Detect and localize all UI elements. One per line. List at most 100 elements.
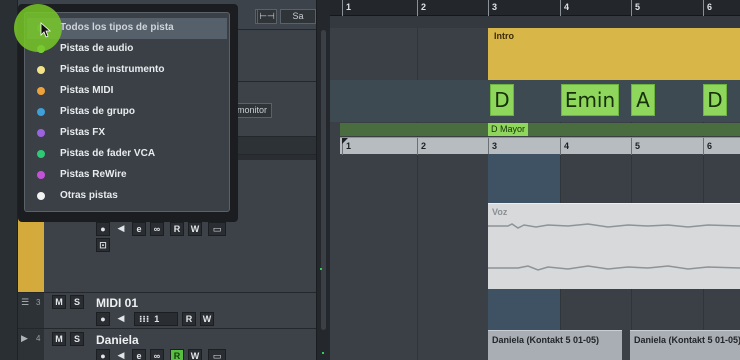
menu-item-label: Otras pistas [60,190,118,201]
chord-event[interactable]: Emin [561,84,619,116]
speaker-icon[interactable]: ◀ [114,222,128,236]
menu-item-label: Pistas FX [60,127,106,138]
link-button[interactable]: ∞ [150,349,164,360]
section-label: Intro [494,31,514,41]
menu-item-midi-tracks[interactable]: Pistas MIDI [27,81,227,102]
event-label: Daniela (Kontakt 5 01-05) [492,335,600,345]
lock-button[interactable]: ⊡ [96,238,110,252]
mute-button[interactable]: M [52,295,66,309]
bar-tick [703,138,704,155]
midi-event[interactable]: Daniela (Kontakt 5 01-05) [630,330,740,360]
audio-event-voz[interactable]: Voz [488,203,740,289]
midi-channel-value: 1 [154,314,160,324]
key-track[interactable] [340,123,740,136]
color-dot-icon [37,192,45,200]
speaker-icon[interactable]: ◀ [114,349,128,360]
midi-channel-field[interactable]: ⁝⁝⁝ 1 [134,312,178,326]
bar-tick [631,0,632,16]
sa-button[interactable]: Sa [280,9,316,24]
bar-label: 5 [635,2,641,12]
bar-label: 3 [492,141,498,151]
track-number: 3 [36,298,41,307]
fit-height-button[interactable]: ⊢⊣ [257,9,277,24]
chord-event[interactable]: A [631,84,655,116]
read-button[interactable]: R [182,312,196,326]
bar-label: 3 [492,2,498,12]
lanes-button[interactable]: ▭ [208,222,226,236]
track-color-bar [18,218,44,292]
midi-icon: ☰ [21,297,30,307]
record-button[interactable]: ● [96,222,110,236]
color-dot-icon [37,171,45,179]
write-button[interactable]: W [188,222,202,236]
chord-event[interactable]: D [490,84,514,116]
menu-item-other-tracks[interactable]: Otras pistas [27,186,227,207]
menu-item-rewire-tracks[interactable]: Pistas ReWire [27,165,227,186]
chord-track[interactable] [330,80,740,122]
menu-item-label: Pistas de audio [60,43,134,54]
chord-event[interactable]: D [703,84,727,116]
level-meter [320,268,322,270]
scrollbar-thumb[interactable] [321,30,326,330]
lanes-button[interactable]: ▭ [208,349,226,360]
write-button[interactable]: W [188,349,202,360]
instrument-track[interactable]: ▶ 4 M S Daniela ● ◀ e ∞ R W ▭ [18,328,316,360]
timeline-ruler[interactable]: 1 2 3 4 5 6 [330,0,740,16]
monitor-button[interactable]: monitor [232,103,272,118]
record-button[interactable]: ● [96,349,110,360]
color-dot-icon [37,129,45,137]
bar-label: 2 [421,141,427,151]
mute-button[interactable]: M [52,332,66,346]
event-label: Daniela (Kontakt 5 01-05) [634,335,740,345]
click-highlight [14,4,62,52]
read-button[interactable]: R [170,222,184,236]
key-event[interactable]: D Mayor [488,123,529,136]
link-button[interactable]: ∞ [150,222,164,236]
color-dot-icon [37,87,45,95]
bar-label: 4 [564,2,570,12]
solo-button[interactable]: S [70,332,84,346]
menu-item-fx-tracks[interactable]: Pistas FX [27,123,227,144]
track-number: 4 [36,334,41,343]
bar-tick [631,138,632,155]
read-button[interactable]: R [170,349,184,360]
midi-track[interactable]: ☰ 3 M S MIDI 01 ● ◀ ⁝⁝⁝ 1 R W [18,292,316,328]
write-button[interactable]: W [200,312,214,326]
marker-lane[interactable] [330,16,740,28]
track-list-scrollbar[interactable] [316,0,330,360]
color-dot-icon [37,108,45,116]
color-dot-icon [37,150,45,158]
menu-item-group-tracks[interactable]: Pistas de grupo [27,102,227,123]
menu-item-instrument-tracks[interactable]: Pistas de instrumento [27,60,227,81]
grid-line [417,28,418,360]
bar-label: 6 [707,2,713,12]
edit-button[interactable]: e [132,222,146,236]
event-label: Voz [492,207,508,217]
bar-label: 4 [564,141,570,151]
cycle-start-marker[interactable] [342,138,348,144]
track-name[interactable]: Daniela [96,333,139,347]
arrangement-area[interactable]: 1 2 3 4 5 6 Intro D Emin A D D Mayor 1 2… [330,0,740,360]
bar-tick [488,0,489,16]
bar-label: 1 [346,2,352,12]
menu-item-label: Pistas de grupo [60,106,136,117]
menu-item-label: Todos los tipos de pista [60,22,174,33]
bar-tick [560,138,561,155]
menu-item-label: Pistas de fader VCA [60,148,156,159]
track-name[interactable]: MIDI 01 [96,296,138,310]
menu-item-label: Pistas MIDI [60,85,114,96]
inspector-strip [0,0,18,360]
arranger-section-intro[interactable]: Intro [488,28,740,80]
menu-item-label: Pistas de instrumento [60,64,165,75]
speaker-icon[interactable]: ◀ [114,312,128,326]
midi-event[interactable]: Daniela (Kontakt 5 01-05) [488,330,622,360]
waveform [488,223,740,271]
edit-button[interactable]: e [132,349,146,360]
secondary-ruler[interactable]: 1 2 3 4 5 6 [340,137,740,155]
menu-item-label: Pistas ReWire [60,169,127,180]
bar-tick [488,138,489,155]
menu-item-vca-tracks[interactable]: Pistas de fader VCA [27,144,227,165]
solo-button[interactable]: S [70,295,84,309]
record-button[interactable]: ● [96,312,110,326]
instrument-icon: ▶ [21,333,28,343]
